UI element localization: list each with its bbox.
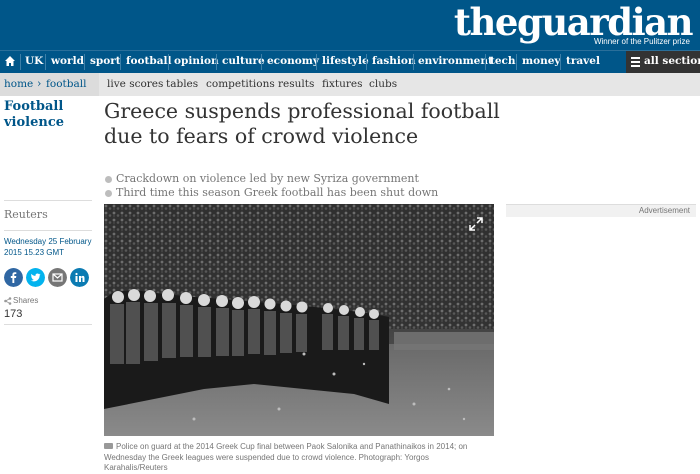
shares-label: Shares — [13, 296, 39, 305]
main-nav: UK world sport football opinion culture … — [0, 50, 700, 73]
article-headline: Greece suspends professional football du… — [104, 99, 500, 148]
expand-icon[interactable] — [469, 217, 483, 231]
bullet-icon — [105, 176, 112, 183]
nav-item-uk[interactable]: UK — [25, 55, 43, 67]
camera-icon — [104, 443, 113, 449]
all-sections-button[interactable]: all sections — [626, 51, 700, 73]
nav-item-sport[interactable]: sport — [90, 55, 121, 67]
sublink-fixtures[interactable]: fixtures — [322, 78, 363, 90]
nav-item-culture[interactable]: culture — [222, 55, 265, 67]
nav-item-world[interactable]: world — [51, 55, 84, 67]
bullet-icon — [105, 190, 112, 197]
publish-date: Wednesday 25 February 2015 15.23 GMT — [4, 237, 92, 257]
nav-item-fashion[interactable]: fashion — [372, 55, 416, 67]
guardian-logo[interactable]: theguardian — [454, 4, 694, 41]
nav-item-economy[interactable]: economy — [267, 55, 319, 67]
standfirst: Crackdown on violence led by new Syriza … — [104, 172, 438, 200]
share-icon — [4, 297, 12, 305]
sub-nav: home › football live scores tables compe… — [0, 73, 700, 96]
home-icon[interactable] — [4, 55, 16, 67]
divider — [4, 230, 92, 231]
menu-icon — [631, 57, 640, 67]
sublink-clubs[interactable]: clubs — [369, 78, 397, 90]
breadcrumb-football[interactable]: football — [46, 78, 86, 90]
standfirst-item: Crackdown on violence led by new Syriza … — [104, 172, 438, 186]
nav-item-environment[interactable]: environment — [418, 55, 493, 67]
standfirst-item: Third time this season Greek football ha… — [104, 186, 438, 200]
linkedin-icon[interactable] — [70, 268, 89, 287]
logo-tagline: Winner of the Pulitzer prize — [593, 37, 690, 46]
advertisement-slot: Advertisement — [506, 204, 696, 217]
breadcrumb-home[interactable]: home — [4, 78, 33, 90]
nav-item-tech[interactable]: tech — [490, 55, 516, 67]
nav-item-football[interactable]: football — [126, 55, 172, 67]
nav-item-opinion[interactable]: opinion — [174, 55, 219, 67]
sublink-live-scores[interactable]: live scores — [107, 78, 163, 90]
divider — [4, 200, 92, 201]
facebook-icon[interactable] — [4, 268, 23, 287]
masthead: theguardian Winner of the Pulitzer prize — [0, 0, 700, 50]
divider — [4, 324, 92, 325]
nav-item-money[interactable]: money — [522, 55, 561, 67]
email-icon[interactable] — [48, 268, 67, 287]
nav-item-travel[interactable]: travel — [566, 55, 600, 67]
sublink-tables[interactable]: tables — [166, 78, 198, 90]
image-caption: Police on guard at the 2014 Greek Cup fi… — [104, 442, 468, 472]
nav-item-lifestyle[interactable]: lifestyle — [322, 55, 369, 67]
advertisement-label: Advertisement — [638, 206, 690, 215]
chevron-right-icon: › — [37, 77, 42, 90]
section-label[interactable]: Football violence — [4, 99, 94, 131]
sublink-competitions[interactable]: competitions — [206, 78, 275, 90]
sublink-results[interactable]: results — [278, 78, 314, 90]
twitter-icon[interactable] — [26, 268, 45, 287]
byline[interactable]: Reuters — [4, 208, 48, 221]
article-main-image[interactable] — [104, 204, 494, 436]
shares-count: 173 — [4, 308, 23, 320]
